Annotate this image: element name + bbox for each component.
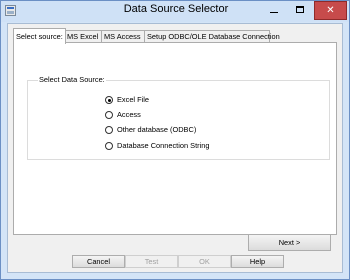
title-bar[interactable]: Data Source Selector ✕: [1, 1, 349, 22]
close-button[interactable]: ✕: [314, 1, 347, 20]
close-icon: ✕: [326, 5, 335, 16]
minimize-button[interactable]: [261, 1, 287, 20]
dialog-body: Select source: MS Excel MS Access Setup …: [7, 23, 343, 273]
dialog-window: Data Source Selector ✕ Select source: MS…: [0, 0, 350, 280]
next-button[interactable]: Next >: [248, 234, 331, 251]
minimize-icon: [270, 12, 278, 13]
radio-button[interactable]: [105, 142, 113, 150]
test-button[interactable]: Test: [125, 255, 178, 268]
radio-button-checked[interactable]: [105, 96, 113, 104]
radio-label[interactable]: Access: [117, 110, 141, 120]
tab-select-source[interactable]: Select source:: [13, 28, 66, 44]
help-button[interactable]: Help: [231, 255, 284, 268]
radio-label[interactable]: Other database (ODBC): [117, 125, 196, 135]
group-label: Select Data Source:: [38, 75, 106, 84]
ok-button[interactable]: OK: [178, 255, 231, 268]
radio-button[interactable]: [105, 126, 113, 134]
maximize-icon: [296, 6, 304, 13]
cancel-button[interactable]: Cancel: [72, 255, 125, 268]
radio-label[interactable]: Excel File: [117, 95, 149, 105]
radio-label[interactable]: Database Connection String: [117, 141, 209, 151]
maximize-button[interactable]: [288, 1, 313, 20]
tab-panel-select-source: Select Data Source: Excel File Access Ot…: [13, 42, 337, 251]
radio-button[interactable]: [105, 111, 113, 119]
